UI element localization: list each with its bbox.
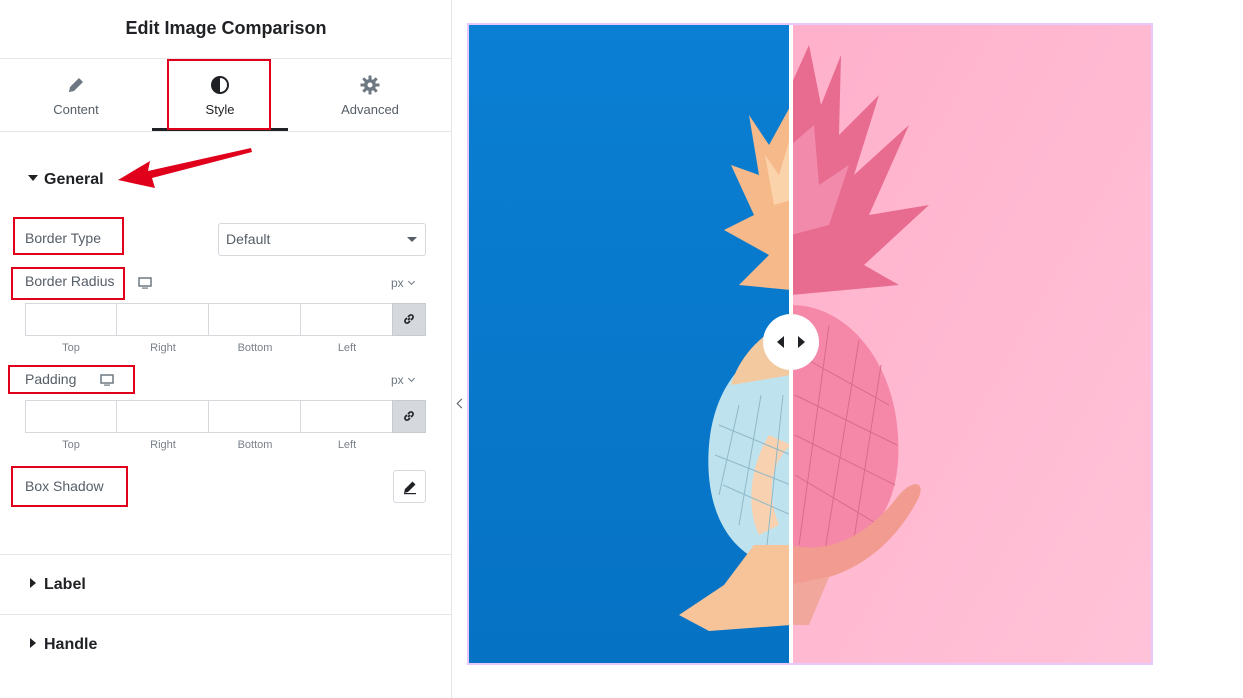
padding-unit-select[interactable]: px [391,373,415,387]
dim-label-right: Right [150,342,176,354]
box-shadow-edit-button[interactable] [393,470,426,503]
border-radius-unit-select[interactable]: px [391,276,415,290]
section-handle-label: Handle [44,636,98,653]
caret-down-icon [28,175,38,181]
caret-right-icon [30,638,36,648]
padding-top-input[interactable] [25,400,117,433]
annotation-box-style-tab [167,59,271,130]
border-type-select[interactable]: Default [218,223,426,256]
dim-label-top: Top [62,439,80,451]
caret-right-icon [30,578,36,588]
dim-label-right: Right [150,439,176,451]
panel-title: Edit Image Comparison [0,0,452,59]
annotation-arrow-icon [118,148,252,188]
padding-dim-labels: Top Right Bottom Left [25,439,393,453]
annotation-box-border-type [13,217,124,255]
chevron-down-icon [407,277,415,286]
border-radius-link-button[interactable] [392,303,426,336]
border-radius-dim-labels: Top Right Bottom Left [25,342,393,356]
link-icon [404,411,414,421]
chevron-left-icon [456,398,467,409]
section-general-label: General [44,171,104,188]
tab-advanced-label: Advanced [341,102,399,117]
dim-label-bottom: Bottom [237,439,273,451]
border-radius-unit: px [391,276,404,290]
dim-label-top: Top [62,342,80,354]
padding-left-input[interactable] [300,400,393,433]
border-radius-left-input[interactable] [300,303,393,336]
arrow-right-icon [798,336,805,348]
pencil-icon [404,481,416,495]
annotation-box-padding [8,365,135,394]
padding-link-button[interactable] [392,400,426,433]
link-icon [404,314,414,324]
pencil-icon [69,78,83,92]
editor-panel: Edit Image Comparison Content Style Adva… [0,0,452,698]
padding-bottom-input[interactable] [208,400,301,433]
section-label-label: Label [44,576,86,593]
border-radius-right-input[interactable] [116,303,209,336]
dim-label-left: Left [337,439,357,451]
tab-content[interactable]: Content [0,60,152,130]
section-label-header[interactable]: Label [0,556,452,614]
desktop-icon[interactable] [138,277,152,289]
padding-unit: px [391,373,404,387]
padding-dimensions [25,400,426,433]
tab-content-label: Content [53,102,99,117]
dim-label-left: Left [337,342,357,354]
arrow-left-icon [777,336,784,348]
border-radius-bottom-input[interactable] [208,303,301,336]
section-handle-header[interactable]: Handle [0,616,452,674]
comparison-handle[interactable] [763,314,819,370]
padding-right-input[interactable] [116,400,209,433]
border-type-value: Default [226,231,271,247]
section-divider [0,554,452,555]
before-image [469,25,792,663]
section-divider [0,614,452,615]
border-radius-top-input[interactable] [25,303,117,336]
tab-advanced[interactable]: Advanced [288,60,452,130]
annotation-box-box-shadow [11,466,128,507]
chevron-down-icon [407,374,415,383]
annotation-box-border-radius [11,267,125,300]
after-image [791,25,1151,663]
dim-label-bottom: Bottom [237,342,273,354]
image-comparison-preview[interactable] [467,23,1153,665]
gear-icon [360,75,380,95]
dropdown-arrow-icon [407,237,417,242]
border-radius-dimensions [25,303,426,336]
